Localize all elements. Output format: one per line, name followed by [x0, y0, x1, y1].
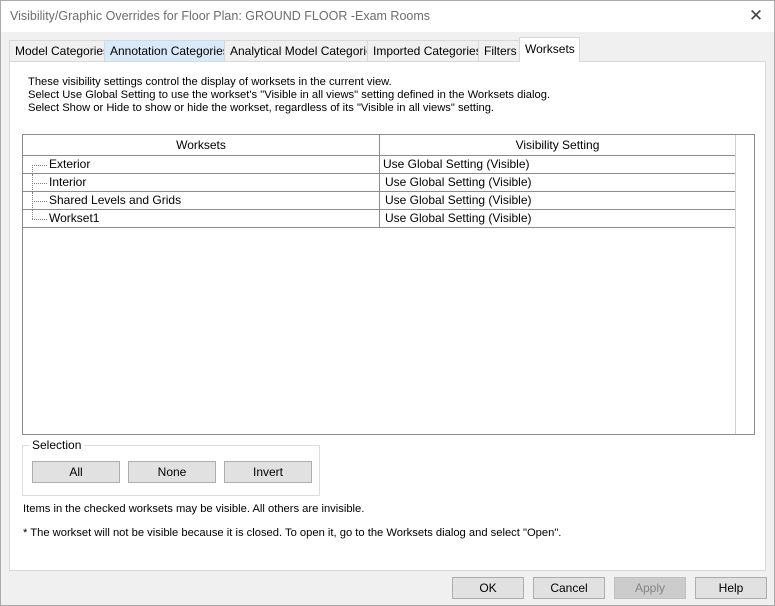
- selection-group: Selection All None Invert: [22, 438, 320, 496]
- workset-name: Workset1: [49, 211, 100, 225]
- cancel-button[interactable]: Cancel: [533, 577, 605, 599]
- workset-name: Shared Levels and Grids: [49, 193, 182, 207]
- intro-line-2: Select Use Global Setting to use the wor…: [28, 89, 551, 101]
- grid-header: Worksets Visibility Setting: [23, 135, 736, 156]
- workset-name-cell: Exterior: [23, 156, 380, 174]
- workset-name-cell: Shared Levels and Grids: [23, 192, 380, 210]
- table-row[interactable]: Shared Levels and Grids Use Global Setti…: [23, 192, 736, 210]
- workset-name: Exterior: [49, 157, 91, 171]
- table-row[interactable]: Exterior Use Global Setting (Visible): [23, 156, 736, 174]
- header-worksets[interactable]: Worksets: [23, 135, 380, 155]
- tree-connector: [32, 210, 48, 228]
- tab-imported-categories[interactable]: Imported Categories: [367, 40, 482, 61]
- title-bar: Visibility/Graphic Overrides for Floor P…: [1, 1, 774, 32]
- tab-filters[interactable]: Filters: [478, 40, 520, 61]
- intro-line-3: Select Show or Hide to show or hide the …: [28, 102, 495, 114]
- workset-name-cell: Workset1: [23, 210, 380, 228]
- select-none-button[interactable]: None: [128, 461, 216, 483]
- ok-button[interactable]: OK: [452, 577, 524, 599]
- help-button[interactable]: Help: [695, 577, 767, 599]
- tab-analytical-model-categories[interactable]: Analytical Model Categories: [224, 40, 379, 61]
- tab-model-categories[interactable]: Model Categories: [9, 40, 109, 61]
- dialog-title: Visibility/Graphic Overrides for Floor P…: [10, 9, 431, 23]
- workset-name-cell: Interior: [23, 174, 380, 192]
- tree-connector: [32, 174, 48, 192]
- table-row[interactable]: Workset1 Use Global Setting (Visible): [23, 210, 736, 228]
- tree-connector: [32, 156, 48, 174]
- worksets-panel: These visibility settings control the di…: [9, 61, 766, 571]
- closed-workset-note: * The workset will not be visible becaus…: [23, 527, 562, 539]
- select-all-button[interactable]: All: [32, 461, 120, 483]
- visibility-setting-dropdown[interactable]: Use Global Setting (Visible): [380, 192, 736, 210]
- invert-selection-button[interactable]: Invert: [224, 461, 312, 483]
- tab-annotation-categories[interactable]: Annotation Categories: [104, 40, 229, 61]
- tree-connector: [32, 192, 48, 210]
- visibility-setting-dropdown[interactable]: Use Global Setting (Visible): [380, 156, 736, 174]
- workset-name: Interior: [49, 175, 87, 189]
- checked-worksets-note: Items in the checked worksets may be vis…: [23, 503, 365, 515]
- table-row[interactable]: Interior Use Global Setting (Visible): [23, 174, 736, 192]
- tab-worksets[interactable]: Worksets: [519, 37, 580, 62]
- visibility-setting-dropdown[interactable]: Use Global Setting (Visible): [380, 210, 736, 228]
- intro-line-1: These visibility settings control the di…: [28, 76, 392, 88]
- header-visibility-setting[interactable]: Visibility Setting: [380, 135, 736, 155]
- selection-legend: Selection: [29, 438, 85, 452]
- worksets-grid: Worksets Visibility Setting Exterior Use…: [22, 134, 755, 435]
- close-icon[interactable]: ✕: [746, 5, 766, 27]
- grid-scrollbar[interactable]: [735, 135, 754, 434]
- apply-button[interactable]: Apply: [614, 577, 686, 599]
- visibility-setting-dropdown[interactable]: Use Global Setting (Visible): [380, 174, 736, 192]
- intro-text: These visibility settings control the di…: [28, 76, 550, 115]
- dialog-window: Visibility/Graphic Overrides for Floor P…: [0, 0, 775, 606]
